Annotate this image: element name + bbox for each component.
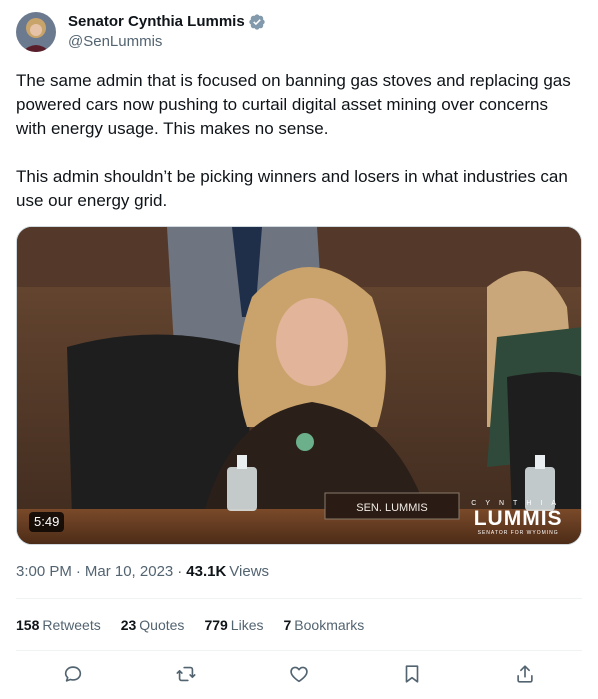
reply-button[interactable] xyxy=(56,657,90,691)
tweet: Senator Cynthia Lummis @SenLummis The sa… xyxy=(0,0,598,699)
bookmarks-label: Bookmarks xyxy=(294,617,365,633)
quotes-count: 23 xyxy=(120,617,137,633)
tweet-text: The same admin that is focused on bannin… xyxy=(16,69,582,213)
tweet-meta: 3:00 PM · Mar 10, 2023 · 43.1K Views xyxy=(16,560,269,584)
retweets-stat[interactable]: 158 Retweets xyxy=(16,617,101,633)
retweets-count: 158 xyxy=(16,617,40,633)
bookmarks-count: 7 xyxy=(283,617,292,633)
video-player[interactable]: SEN. LUMMIS 5:49 CYNTHIA LUMMIS SENATOR … xyxy=(16,226,582,545)
video-frame: SEN. LUMMIS xyxy=(17,227,581,544)
tweet-paragraph-1: The same admin that is focused on bannin… xyxy=(16,71,571,138)
video-duration: 5:49 xyxy=(29,512,65,532)
watermark-sub: SENATOR FOR WYOMING xyxy=(477,530,559,536)
likes-label: Likes xyxy=(230,617,264,633)
quotes-stat[interactable]: 23 Quotes xyxy=(121,617,185,633)
engagement-stats: 158 Retweets 23 Quotes 779 Likes 7 Bookmarks xyxy=(16,609,384,641)
retweets-label: Retweets xyxy=(42,617,101,633)
quotes-label: Quotes xyxy=(139,617,185,633)
tweet-time[interactable]: 3:00 PM xyxy=(16,560,72,584)
share-button[interactable] xyxy=(508,657,542,691)
verified-badge-icon xyxy=(248,13,266,31)
meta-separator: · xyxy=(75,563,81,580)
bookmarks-stat[interactable]: 7 Bookmarks xyxy=(283,617,364,633)
author-names: Senator Cynthia Lummis @SenLummis xyxy=(68,12,266,52)
tweet-date[interactable]: Mar 10, 2023 xyxy=(85,560,173,584)
display-name[interactable]: Senator Cynthia Lummis xyxy=(68,12,245,32)
views-count: 43.1K xyxy=(186,563,227,580)
bookmark-icon xyxy=(405,665,419,683)
meta-separator: · xyxy=(177,563,183,580)
tweet-paragraph-2: This admin shouldn’t be picking winners … xyxy=(16,167,568,210)
likes-count: 779 xyxy=(204,617,228,633)
watermark-main: LUMMIS xyxy=(473,507,563,530)
nameplate-text: SEN. LUMMIS xyxy=(356,502,428,514)
handle[interactable]: @SenLummis xyxy=(68,32,266,52)
divider xyxy=(16,598,582,599)
reply-icon xyxy=(64,666,81,682)
retweet-icon xyxy=(176,666,196,682)
avatar[interactable] xyxy=(16,12,56,52)
bookmark-button[interactable] xyxy=(395,657,429,691)
like-button[interactable] xyxy=(282,657,316,691)
share-icon xyxy=(517,665,534,683)
tweet-header: Senator Cynthia Lummis @SenLummis xyxy=(16,12,266,52)
action-bar xyxy=(16,650,582,698)
video-watermark: CYNTHIA LUMMIS SENATOR FOR WYOMING xyxy=(471,500,565,536)
retweet-button[interactable] xyxy=(169,657,203,691)
views-label: Views xyxy=(229,563,270,580)
likes-stat[interactable]: 779 Likes xyxy=(204,617,263,633)
like-icon xyxy=(290,666,308,683)
